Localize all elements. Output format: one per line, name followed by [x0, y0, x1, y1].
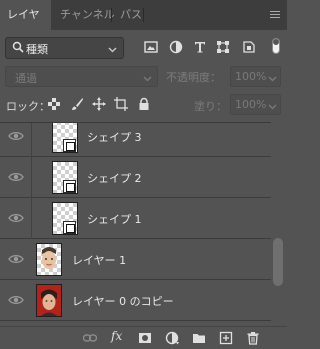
column-divider [31, 198, 32, 239]
chevron-down-icon [268, 72, 277, 85]
tab-separator [143, 8, 144, 22]
layer-name[interactable]: シェイプ 3 [87, 129, 142, 145]
adjustment-layer-filter-icon[interactable] [169, 40, 183, 54]
visibility-eye-icon[interactable] [8, 294, 24, 306]
layers-list[interactable]: シェイプ 3 シェイプ 2 シェイプ 1 レイヤー 1 レイヤー 0 のコピー [0, 122, 271, 326]
layers-scrollbar-thumb[interactable] [273, 238, 283, 286]
layer-style-fx-button[interactable]: fx [111, 329, 122, 343]
opacity-label: 不透明度： [166, 71, 221, 84]
layer-name[interactable]: レイヤー 0 のコピー [72, 293, 174, 309]
lock-all-icon[interactable] [137, 97, 151, 111]
chevron-down-icon [108, 43, 117, 56]
search-icon [12, 41, 24, 56]
visibility-eye-icon[interactable] [8, 253, 24, 265]
opacity-value: 100% [235, 70, 267, 83]
lock-position-icon[interactable] [92, 97, 106, 111]
blend-mode-select[interactable]: 通過 [5, 66, 158, 87]
add-layer-mask-icon[interactable] [138, 331, 152, 345]
visibility-eye-icon[interactable] [8, 130, 24, 142]
filter-kind-value: 種類 [26, 43, 48, 56]
layer-thumbnail[interactable] [36, 243, 62, 276]
fill-value: 100% [235, 98, 267, 111]
column-divider [31, 157, 32, 198]
layer-name[interactable]: シェイプ 1 [87, 211, 142, 227]
new-adjustment-layer-icon[interactable] [165, 331, 179, 345]
chevron-down-icon [143, 72, 152, 85]
fill-label: 塗り： [194, 100, 227, 113]
shape-layer-icon [63, 180, 76, 193]
opacity-field[interactable]: 100% [230, 66, 281, 87]
type-layer-filter-icon[interactable] [193, 40, 207, 54]
visibility-eye-icon[interactable] [8, 212, 24, 224]
shape-layer-icon [63, 139, 76, 152]
layer-row-layer-1[interactable]: レイヤー 1 [0, 239, 271, 280]
layer-thumbnail[interactable] [36, 284, 62, 317]
filter-toggle[interactable] [272, 38, 280, 54]
tab-layers[interactable]: レイヤー [0, 0, 51, 51]
shape-layer-icon [63, 221, 76, 234]
lock-transparent-pixels-icon[interactable] [47, 97, 61, 111]
layer-row-layer-0-copy[interactable]: レイヤー 0 のコピー [0, 280, 271, 321]
smart-object-filter-icon[interactable] [242, 40, 256, 54]
layer-row-shape-1[interactable]: シェイプ 1 [0, 198, 271, 239]
panel-menu-icon[interactable] [270, 11, 280, 20]
layer-row-shape-2[interactable]: シェイプ 2 [0, 157, 271, 198]
fill-field[interactable]: 100% [230, 94, 281, 115]
shape-layer-filter-icon[interactable] [216, 40, 230, 54]
new-group-folder-icon[interactable] [192, 331, 206, 345]
link-layers-icon[interactable] [83, 331, 97, 345]
new-layer-icon[interactable] [219, 331, 233, 345]
delete-layer-trash-icon[interactable] [246, 331, 260, 345]
tab-separator [111, 8, 112, 22]
chevron-down-icon [268, 100, 277, 113]
layers-bottom-bar: fx [0, 326, 287, 349]
column-divider [31, 123, 32, 157]
lock-label: ロック： [6, 100, 50, 113]
visibility-eye-icon[interactable] [8, 171, 24, 183]
filter-kind-select[interactable]: 種類 [5, 37, 124, 59]
panel-tab-bar: レイヤー チャンネル パス [0, 0, 287, 51]
blend-mode-value: 通過 [15, 72, 37, 85]
layers-scrollbar-track[interactable] [272, 122, 287, 326]
layer-name[interactable]: レイヤー 1 [72, 252, 126, 268]
layer-row-shape-3[interactable]: シェイプ 3 [0, 123, 271, 157]
lock-artboard-icon[interactable] [114, 97, 128, 111]
pixel-layer-filter-icon[interactable] [144, 40, 158, 54]
layer-name[interactable]: シェイプ 2 [87, 170, 142, 186]
lock-image-pixels-icon[interactable] [70, 97, 84, 111]
